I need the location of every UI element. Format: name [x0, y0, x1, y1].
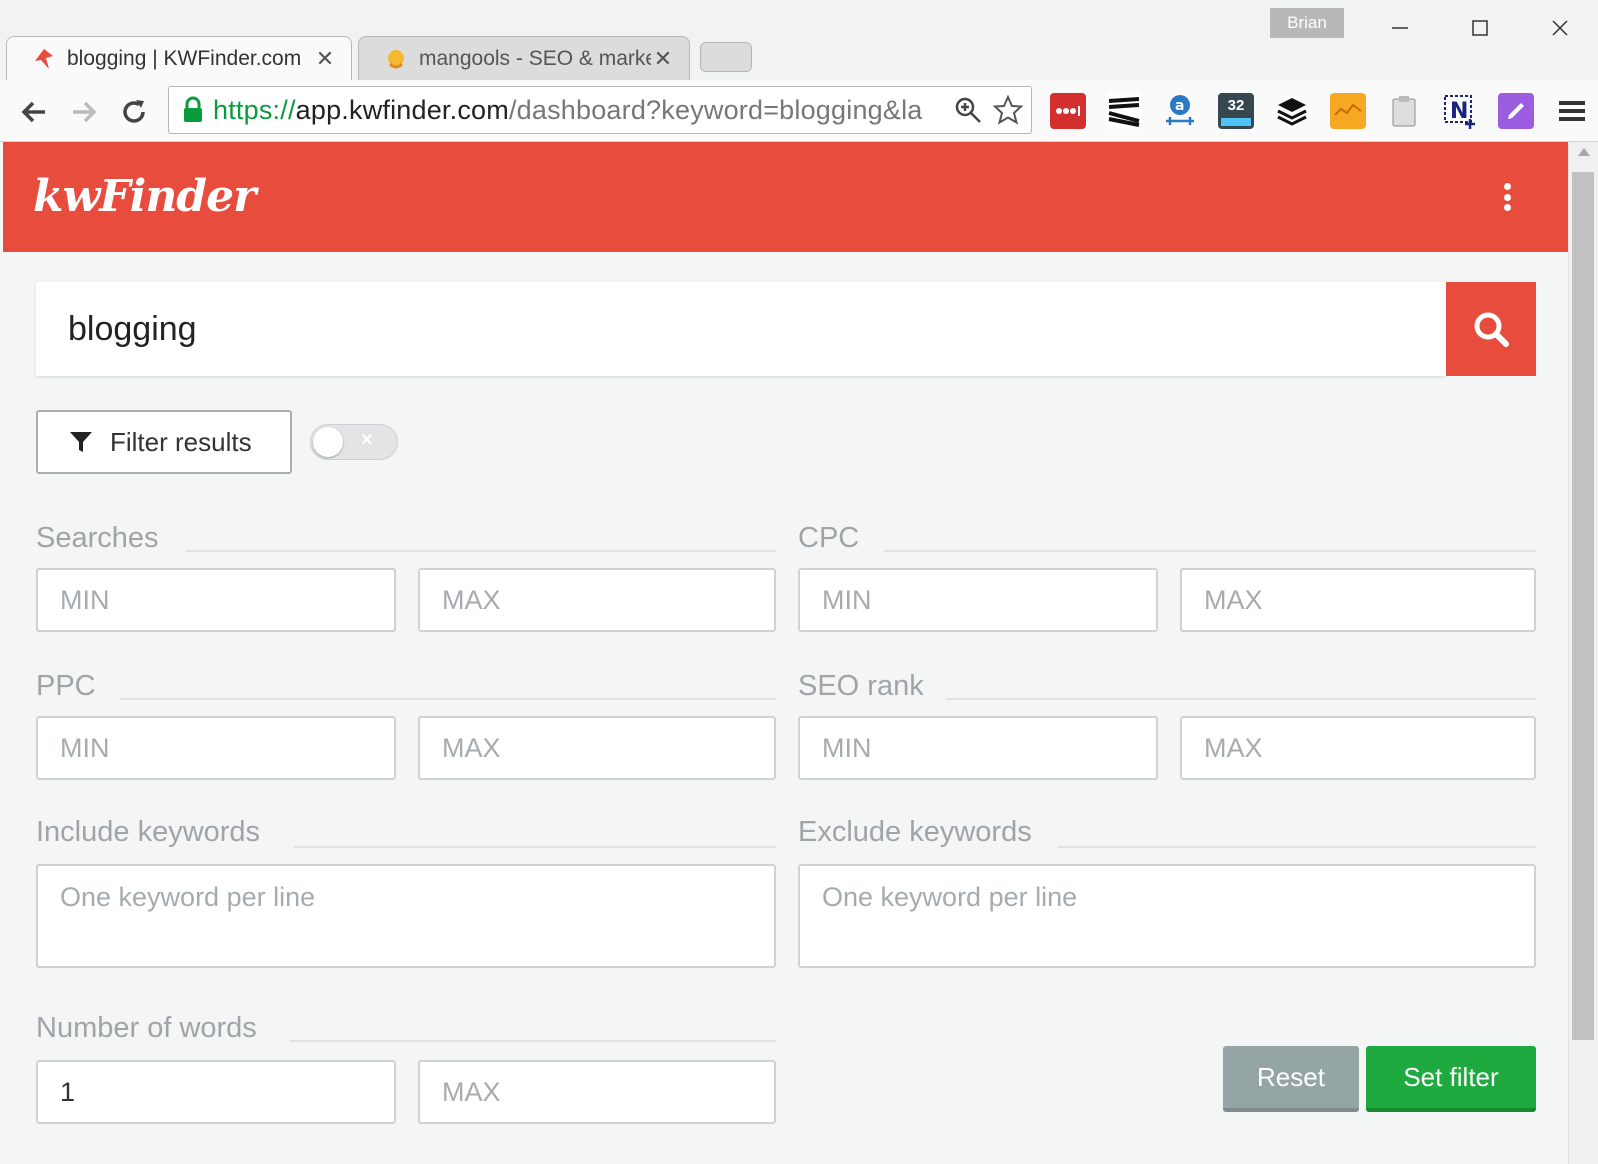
more-menu-icon[interactable] — [1495, 179, 1519, 215]
svg-text:N: N — [1450, 99, 1468, 124]
mangools-favicon-icon — [388, 49, 404, 68]
app-header: kwFinder — [3, 142, 1568, 252]
scroll-thumb[interactable] — [1572, 172, 1594, 1040]
ppc-min-input[interactable] — [36, 716, 396, 780]
tab-close-icon[interactable]: ✕ — [651, 46, 675, 71]
filter-results-button[interactable]: Filter results — [36, 410, 292, 474]
searches-label: Searches — [36, 522, 159, 554]
page-scrollbar[interactable] — [1568, 142, 1598, 1164]
maximize-icon[interactable] — [1450, 8, 1510, 48]
exclude-keywords-textarea[interactable] — [798, 864, 1536, 968]
funnel-icon — [70, 432, 92, 452]
amazon-icon[interactable]: a — [1162, 93, 1198, 129]
divider — [290, 1040, 776, 1042]
search-icon — [1474, 312, 1509, 347]
cpc-label: CPC — [798, 522, 860, 554]
badge-count: 32 — [1227, 96, 1245, 114]
divider — [884, 550, 1536, 552]
divider — [294, 846, 776, 848]
tab-title: mangools - SEO & marketing — [419, 46, 651, 70]
bookmark-star-icon[interactable] — [991, 93, 1025, 127]
chrome-menu-icon[interactable] — [1554, 93, 1590, 129]
ppc-max-input[interactable] — [418, 716, 776, 780]
n-plus-icon[interactable]: N — [1442, 93, 1478, 129]
search-button[interactable] — [1446, 282, 1536, 376]
kwfinder-favicon-icon — [35, 48, 53, 69]
analytics-icon[interactable] — [1330, 93, 1366, 129]
seo-rank-min-input[interactable] — [798, 716, 1158, 780]
cpc-max-input[interactable] — [1180, 568, 1536, 632]
close-window-icon[interactable] — [1530, 8, 1590, 48]
tab-kwfinder[interactable]: blogging | KWFinder.com ✕ — [6, 36, 352, 80]
divider — [120, 698, 776, 700]
seo-rank-label: SEO rank — [798, 670, 924, 702]
back-arrow-icon[interactable] — [16, 94, 52, 130]
kwfinder-logo[interactable]: kwFinder — [33, 156, 256, 236]
buffer-icon[interactable] — [1274, 93, 1310, 129]
set-filter-button[interactable]: Set filter — [1366, 1046, 1536, 1112]
toggle-off-icon: × — [361, 429, 373, 451]
ppc-label: PPC — [36, 670, 96, 702]
scroll-up-arrow-icon[interactable] — [1578, 148, 1590, 156]
logo-text: kwFinder — [33, 170, 256, 222]
include-keywords-textarea[interactable] — [36, 864, 776, 968]
tab-close-icon[interactable]: ✕ — [313, 46, 337, 71]
filter-results-label: Filter results — [110, 426, 252, 457]
secure-lock-icon — [184, 96, 202, 122]
number-of-words-label: Number of words — [36, 1012, 257, 1044]
reload-icon[interactable] — [116, 94, 152, 130]
divider — [1058, 846, 1536, 848]
address-bar[interactable]: https://app.kwfinder.com/dashboard?keywo… — [168, 86, 1032, 134]
badge-32-icon[interactable]: 32 — [1218, 93, 1254, 129]
url-text: https://app.kwfinder.com/dashboard?keywo… — [213, 95, 951, 126]
new-tab-button[interactable] — [700, 42, 752, 72]
clipboard-icon[interactable] — [1386, 93, 1422, 129]
toggle-knob — [313, 427, 343, 457]
profile-button[interactable]: Brian — [1270, 8, 1344, 38]
number-of-words-min-input[interactable] — [36, 1060, 396, 1124]
tab-mangools[interactable]: mangools - SEO & marketing ✕ — [358, 36, 690, 80]
pen-icon[interactable] — [1498, 93, 1534, 129]
filter-toggle[interactable]: × — [310, 424, 398, 460]
forward-arrow-icon[interactable] — [66, 94, 102, 130]
searches-min-input[interactable] — [36, 568, 396, 632]
divider — [186, 550, 776, 552]
searches-max-input[interactable] — [418, 568, 776, 632]
svg-text:a: a — [1175, 98, 1184, 114]
zoom-icon[interactable] — [951, 93, 985, 127]
cpc-min-input[interactable] — [798, 568, 1158, 632]
keyword-search-box — [36, 282, 1446, 376]
browser-toolbar: https://app.kwfinder.com/dashboard?keywo… — [0, 80, 1598, 142]
url-scheme: https:// — [213, 94, 296, 125]
seo-rank-max-input[interactable] — [1180, 716, 1536, 780]
lastpass-icon[interactable] — [1050, 93, 1086, 129]
stripes-icon[interactable] — [1106, 93, 1142, 129]
divider — [946, 698, 1536, 700]
exclude-keywords-label: Exclude keywords — [798, 816, 1032, 848]
tab-title: blogging | KWFinder.com — [67, 46, 302, 70]
minimize-icon[interactable] — [1370, 8, 1430, 48]
url-path: /dashboard?keyword=blogging&la — [508, 94, 923, 125]
include-keywords-label: Include keywords — [36, 816, 261, 848]
browser-titlebar: blogging | KWFinder.com ✕ mangools - SEO… — [0, 0, 1598, 80]
keyword-search-input[interactable] — [36, 282, 1446, 376]
reset-button[interactable]: Reset — [1223, 1046, 1359, 1112]
url-host: app.kwfinder.com — [295, 94, 509, 125]
number-of-words-max-input[interactable] — [418, 1060, 776, 1124]
